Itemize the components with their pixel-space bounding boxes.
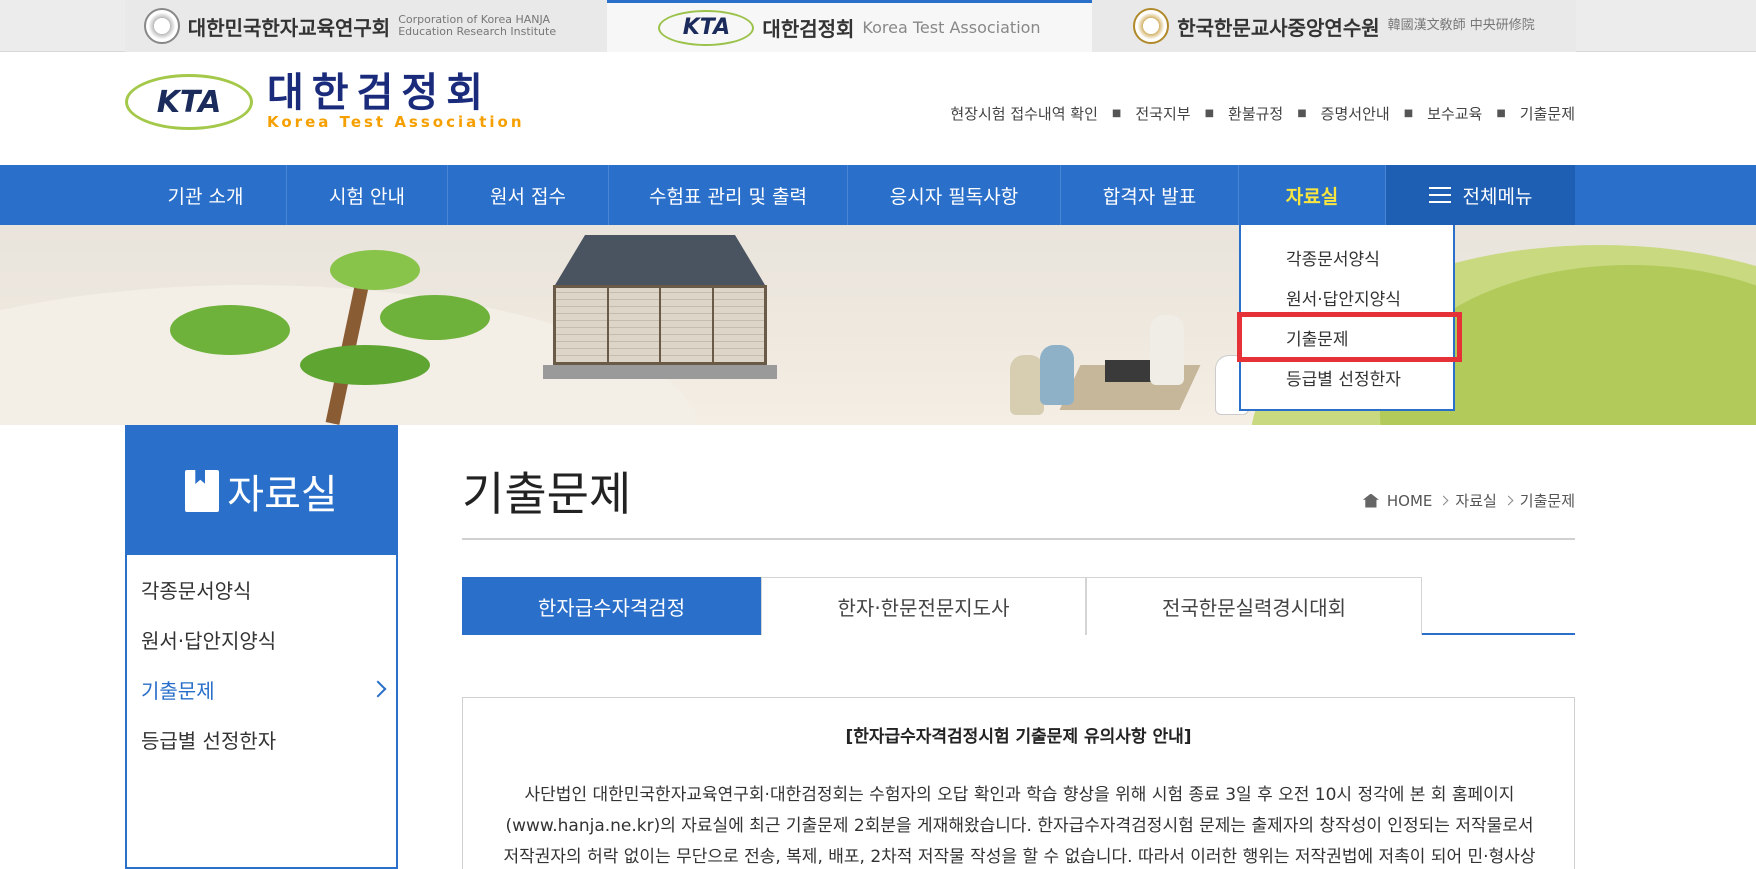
home-icon <box>1362 493 1379 508</box>
separator-dot: ■ <box>1111 108 1122 119</box>
gnb-item-about[interactable]: 기관 소개 <box>125 165 287 225</box>
submenu-item-hanja-by-level[interactable]: 등급별 선정한자 <box>1286 365 1401 390</box>
highlight-box <box>1237 312 1462 362</box>
utility-links: 현장시험 접수내역 확인 ■ 전국지부 ■ 환불규정 ■ 증명서안내 ■ 보수교… <box>950 103 1575 124</box>
pine-foliage <box>380 295 490 340</box>
notice-box: [한자급수자격검정시험 기출문제 유의사항 안내] 사단법인 대한민국한자교육연… <box>462 697 1575 869</box>
kta-logo-icon: KTA <box>125 74 253 130</box>
util-link[interactable]: 보수교육 <box>1427 103 1482 124</box>
separator-dot: ■ <box>1204 108 1215 119</box>
pine-foliage <box>170 305 290 355</box>
chevron-right-icon <box>1503 495 1514 506</box>
sub-visual-banner <box>0 225 1756 425</box>
separator-dot: ■ <box>1297 108 1307 119</box>
org-title: 대한검정회 <box>762 17 855 41</box>
page-title: 기출문제 <box>462 467 632 521</box>
gnb-item-exam-info[interactable]: 시험 안내 <box>287 165 448 225</box>
separator-dot: ■ <box>1496 108 1506 119</box>
hamburger-icon <box>1428 187 1451 203</box>
util-link[interactable]: 현장시험 접수내역 확인 <box>950 103 1098 124</box>
logo-subtitle: Korea Test Association <box>267 113 525 131</box>
util-link[interactable]: 환불규정 <box>1228 103 1283 124</box>
title-divider <box>462 538 1575 540</box>
gnb-item-results[interactable]: 합격자 발표 <box>1061 165 1239 225</box>
breadcrumb-current: 기출문제 <box>1519 492 1575 510</box>
tab-hanja-competition[interactable]: 전국한문실력경시대회 <box>1086 577 1422 635</box>
gnb-item-notices[interactable]: 응시자 필독사항 <box>848 165 1061 225</box>
org-subtitle: 韓國漢文敎師 中央研修院 <box>1387 18 1535 33</box>
notice-body: 사단법인 대한민국한자교육연구회·대한검정회는 수험자의 오답 확인과 학습 향… <box>493 780 1546 869</box>
org-title: 한국한문교사중앙연수원 <box>1177 15 1380 40</box>
submenu-item-forms[interactable]: 각종문서양식 <box>1286 245 1380 270</box>
sidebar-header: 자료실 <box>127 427 396 555</box>
sidebar-item-past-exams[interactable]: 기출문제 <box>141 675 215 704</box>
breadcrumb-home[interactable]: HOME <box>1387 492 1433 510</box>
sidebar-item-forms[interactable]: 각종문서양식 <box>141 575 251 604</box>
separator-dot: ■ <box>1403 108 1414 119</box>
top-org-bar: 대한민국한자교육연구회 Corporation of Korea HANJA E… <box>0 0 1756 52</box>
tab-hanja-certification[interactable]: 한자급수자격검정 <box>462 577 761 635</box>
sidebar-item-hanja-by-level[interactable]: 등급별 선정한자 <box>141 725 276 754</box>
content-tabs: 한자급수자격검정 한자·한문전문지도사 전국한문실력경시대회 <box>462 577 1575 635</box>
submenu-item-answer-sheets[interactable]: 원서·답안지양식 <box>1286 285 1401 310</box>
org-link-hanja-institute[interactable]: 대한민국한자교육연구회 Corporation of Korea HANJA E… <box>125 0 607 52</box>
org-subtitle: Korea Test Association <box>862 18 1041 37</box>
book-icon <box>185 470 220 512</box>
org-link-kta[interactable]: KTA 대한검정회 Korea Test Association <box>607 0 1092 52</box>
org-title: 대한민국한자교육연구회 <box>187 15 391 40</box>
breadcrumb: HOME 자료실 기출문제 <box>1362 490 1575 511</box>
util-link[interactable]: 증명서안내 <box>1321 103 1390 124</box>
util-link[interactable]: 전국지부 <box>1135 103 1190 124</box>
sidebar: 자료실 각종문서양식 원서·답안지양식 기출문제 등급별 선정한자 <box>125 425 398 869</box>
chevron-right-icon <box>369 680 387 698</box>
pine-foliage <box>300 345 430 385</box>
notice-title: [한자급수자격검정시험 기출문제 유의사항 안내] <box>845 727 1192 747</box>
institute-seal-icon <box>143 8 180 44</box>
all-menu-button[interactable]: 전체메뉴 <box>1386 165 1575 225</box>
pine-foliage <box>330 250 420 290</box>
study-scene-illustration <box>990 315 1250 425</box>
global-nav: 기관 소개 시험 안내 원서 접수 수험표 관리 및 출력 응시자 필독사항 합… <box>0 165 1756 225</box>
org-subtitle: Corporation of Korea HANJA Education Res… <box>398 13 557 38</box>
hanok-house-illustration <box>535 235 785 385</box>
sidebar-item-answer-sheets[interactable]: 원서·답안지양식 <box>141 625 276 654</box>
breadcrumb-resources[interactable]: 자료실 <box>1455 490 1496 511</box>
all-menu-label: 전체메뉴 <box>1462 185 1533 208</box>
gnb-item-resources[interactable]: 자료실 <box>1239 165 1386 225</box>
site-header: KTA 대한검정회 Korea Test Association 현장시험 접수… <box>0 53 1756 165</box>
teacher-center-seal-icon <box>1133 8 1170 44</box>
gnb-item-admission-ticket[interactable]: 수험표 관리 및 출력 <box>609 165 848 225</box>
sidebar-title: 자료실 <box>227 472 338 518</box>
notice-line: 사단법인 대한민국한자교육연구회·대한검정회는 수험자의 오답 확인과 학습 향… <box>524 785 1515 805</box>
util-link[interactable]: 기출문제 <box>1520 103 1575 124</box>
gnb-item-application[interactable]: 원서 접수 <box>448 165 609 225</box>
chevron-right-icon <box>1438 495 1449 506</box>
kta-logo-icon: KTA <box>658 9 755 46</box>
tab-hanja-instructor[interactable]: 한자·한문전문지도사 <box>761 577 1086 635</box>
site-logo[interactable]: KTA 대한검정회 Korea Test Association <box>125 73 525 131</box>
org-link-teacher-center[interactable]: 한국한문교사중앙연수원 韓國漢文敎師 中央研修院 <box>1092 0 1576 52</box>
notice-line: (www.hanja.ne.kr)의 자료실에 최근 기출문제 2회분을 게재해… <box>505 816 1534 836</box>
notice-line: 저작권자의 허락 없이는 무단으로 전송, 복제, 배포, 2차적 저작물 작성… <box>503 847 1536 867</box>
logo-title: 대한검정회 <box>267 70 491 116</box>
